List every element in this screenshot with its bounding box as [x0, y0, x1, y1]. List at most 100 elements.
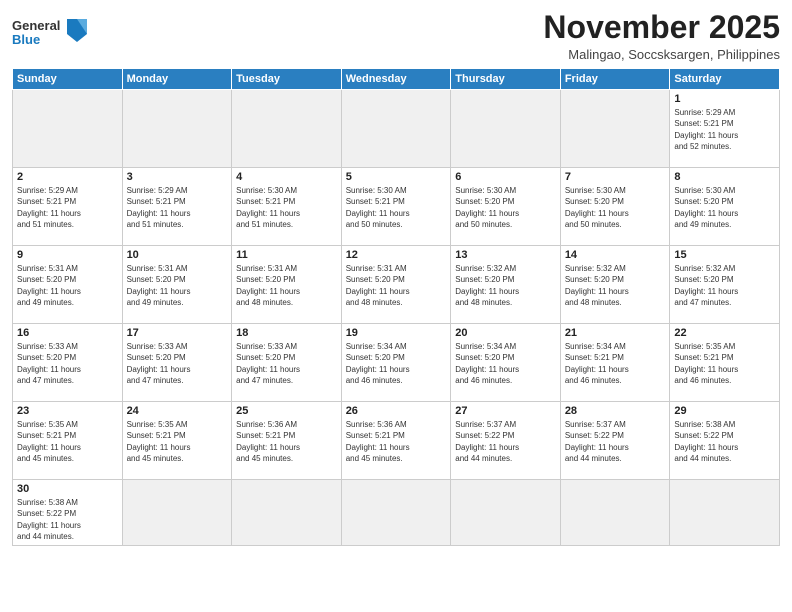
day-number: 4	[236, 171, 337, 183]
calendar-cell: 23 Sunrise: 5:35 AM Sunset: 5:21 PM Dayli…	[13, 402, 123, 480]
day-info: Sunrise: 5:34 AM Sunset: 5:20 PM Dayligh…	[346, 341, 447, 386]
calendar-cell: 12 Sunrise: 5:31 AM Sunset: 5:20 PM Dayli…	[341, 246, 451, 324]
calendar-table: SundayMondayTuesdayWednesdayThursdayFrid…	[12, 68, 780, 546]
day-number: 30	[17, 483, 118, 495]
day-number: 18	[236, 327, 337, 339]
day-info: Sunrise: 5:35 AM Sunset: 5:21 PM Dayligh…	[17, 419, 118, 464]
calendar-week-1: 2 Sunrise: 5:29 AM Sunset: 5:21 PM Daylig…	[13, 168, 780, 246]
calendar-header-friday: Friday	[560, 69, 670, 90]
day-info: Sunrise: 5:31 AM Sunset: 5:20 PM Dayligh…	[236, 263, 337, 308]
day-info: Sunrise: 5:37 AM Sunset: 5:22 PM Dayligh…	[455, 419, 556, 464]
calendar-cell: 2 Sunrise: 5:29 AM Sunset: 5:21 PM Daylig…	[13, 168, 123, 246]
day-info: Sunrise: 5:35 AM Sunset: 5:21 PM Dayligh…	[674, 341, 775, 386]
day-number: 2	[17, 171, 118, 183]
calendar-cell: 5Sunrise: 5:30 AM Sunset: 5:21 PM Daylig…	[341, 168, 451, 246]
day-number: 7	[565, 171, 666, 183]
calendar-cell	[341, 90, 451, 168]
calendar-week-2: 9Sunrise: 5:31 AM Sunset: 5:20 PM Daylig…	[13, 246, 780, 324]
day-info: Sunrise: 5:31 AM Sunset: 5:20 PM Dayligh…	[17, 263, 118, 308]
calendar-cell: 9Sunrise: 5:31 AM Sunset: 5:20 PM Daylig…	[13, 246, 123, 324]
day-number: 11	[236, 249, 337, 261]
calendar-header-thursday: Thursday	[451, 69, 561, 90]
day-info: Sunrise: 5:31 AM Sunset: 5:20 PM Dayligh…	[346, 263, 447, 308]
day-number: 21	[565, 327, 666, 339]
day-number: 26	[346, 405, 447, 417]
calendar-header-sunday: Sunday	[13, 69, 123, 90]
calendar-cell: 13 Sunrise: 5:32 AM Sunset: 5:20 PM Dayli…	[451, 246, 561, 324]
day-info: Sunrise: 5:33 AM Sunset: 5:20 PM Dayligh…	[17, 341, 118, 386]
calendar-cell: 28 Sunrise: 5:37 AM Sunset: 5:22 PM Dayli…	[560, 402, 670, 480]
calendar-cell	[232, 480, 342, 546]
day-number: 22	[674, 327, 775, 339]
day-number: 10	[127, 249, 228, 261]
day-number: 16	[17, 327, 118, 339]
day-number: 12	[346, 249, 447, 261]
day-info: Sunrise: 5:29 AM Sunset: 5:21 PM Dayligh…	[674, 107, 775, 152]
day-number: 3	[127, 171, 228, 183]
calendar-cell: 15Sunrise: 5:32 AM Sunset: 5:20 PM Dayli…	[670, 246, 780, 324]
calendar-cell: 10 Sunrise: 5:31 AM Sunset: 5:20 PM Dayli…	[122, 246, 232, 324]
day-info: Sunrise: 5:29 AM Sunset: 5:21 PM Dayligh…	[17, 185, 118, 230]
calendar-cell: 20Sunrise: 5:34 AM Sunset: 5:20 PM Dayli…	[451, 324, 561, 402]
day-number: 28	[565, 405, 666, 417]
calendar-cell: 18 Sunrise: 5:33 AM Sunset: 5:20 PM Dayli…	[232, 324, 342, 402]
calendar-cell: 1 Sunrise: 5:29 AM Sunset: 5:21 PM Daylig…	[670, 90, 780, 168]
calendar-cell	[451, 90, 561, 168]
calendar-cell: 29Sunrise: 5:38 AM Sunset: 5:22 PM Dayli…	[670, 402, 780, 480]
day-info: Sunrise: 5:31 AM Sunset: 5:20 PM Dayligh…	[127, 263, 228, 308]
day-info: Sunrise: 5:37 AM Sunset: 5:22 PM Dayligh…	[565, 419, 666, 464]
calendar-cell	[670, 480, 780, 546]
day-info: Sunrise: 5:32 AM Sunset: 5:20 PM Dayligh…	[455, 263, 556, 308]
day-info: Sunrise: 5:34 AM Sunset: 5:21 PM Dayligh…	[565, 341, 666, 386]
day-number: 20	[455, 327, 556, 339]
calendar-cell	[122, 480, 232, 546]
calendar-cell: 27Sunrise: 5:37 AM Sunset: 5:22 PM Dayli…	[451, 402, 561, 480]
calendar-cell	[13, 90, 123, 168]
day-number: 29	[674, 405, 775, 417]
day-info: Sunrise: 5:32 AM Sunset: 5:20 PM Dayligh…	[565, 263, 666, 308]
svg-text:General: General	[12, 18, 60, 33]
calendar-cell: 22 Sunrise: 5:35 AM Sunset: 5:21 PM Dayli…	[670, 324, 780, 402]
day-info: Sunrise: 5:33 AM Sunset: 5:20 PM Dayligh…	[127, 341, 228, 386]
day-number: 23	[17, 405, 118, 417]
calendar-cell: 6Sunrise: 5:30 AM Sunset: 5:20 PM Daylig…	[451, 168, 561, 246]
calendar-cell	[341, 480, 451, 546]
calendar-cell	[451, 480, 561, 546]
logo-icon: General Blue	[12, 14, 92, 52]
svg-text:Blue: Blue	[12, 32, 40, 47]
day-info: Sunrise: 5:30 AM Sunset: 5:20 PM Dayligh…	[674, 185, 775, 230]
calendar-cell: 25Sunrise: 5:36 AM Sunset: 5:21 PM Dayli…	[232, 402, 342, 480]
calendar-week-4: 23 Sunrise: 5:35 AM Sunset: 5:21 PM Dayli…	[13, 402, 780, 480]
calendar-week-0: 1 Sunrise: 5:29 AM Sunset: 5:21 PM Daylig…	[13, 90, 780, 168]
day-number: 19	[346, 327, 447, 339]
calendar-cell	[232, 90, 342, 168]
day-info: Sunrise: 5:33 AM Sunset: 5:20 PM Dayligh…	[236, 341, 337, 386]
calendar-week-3: 16 Sunrise: 5:33 AM Sunset: 5:20 PM Dayli…	[13, 324, 780, 402]
day-number: 13	[455, 249, 556, 261]
day-number: 17	[127, 327, 228, 339]
day-number: 25	[236, 405, 337, 417]
calendar-cell: 19 Sunrise: 5:34 AM Sunset: 5:20 PM Dayli…	[341, 324, 451, 402]
calendar-cell: 30Sunrise: 5:38 AM Sunset: 5:22 PM Dayli…	[13, 480, 123, 546]
day-info: Sunrise: 5:30 AM Sunset: 5:20 PM Dayligh…	[455, 185, 556, 230]
day-number: 1	[674, 93, 775, 105]
calendar-header-saturday: Saturday	[670, 69, 780, 90]
location: Malingao, Soccsksargen, Philippines	[543, 47, 780, 62]
day-number: 14	[565, 249, 666, 261]
day-info: Sunrise: 5:29 AM Sunset: 5:21 PM Dayligh…	[127, 185, 228, 230]
calendar-cell: 4Sunrise: 5:30 AM Sunset: 5:21 PM Daylig…	[232, 168, 342, 246]
calendar-cell: 17 Sunrise: 5:33 AM Sunset: 5:20 PM Dayli…	[122, 324, 232, 402]
day-info: Sunrise: 5:35 AM Sunset: 5:21 PM Dayligh…	[127, 419, 228, 464]
calendar-cell: 3 Sunrise: 5:29 AM Sunset: 5:21 PM Daylig…	[122, 168, 232, 246]
calendar-header-wednesday: Wednesday	[341, 69, 451, 90]
day-number: 15	[674, 249, 775, 261]
header: General Blue November 2025 Malingao, Soc…	[12, 10, 780, 62]
calendar-cell: 14 Sunrise: 5:32 AM Sunset: 5:20 PM Dayli…	[560, 246, 670, 324]
calendar-page: General Blue November 2025 Malingao, Soc…	[0, 0, 792, 612]
calendar-cell: 7Sunrise: 5:30 AM Sunset: 5:20 PM Daylig…	[560, 168, 670, 246]
calendar-cell	[122, 90, 232, 168]
month-title: November 2025	[543, 10, 780, 45]
calendar-header-monday: Monday	[122, 69, 232, 90]
logo: General Blue	[12, 10, 92, 52]
calendar-cell: 11 Sunrise: 5:31 AM Sunset: 5:20 PM Dayli…	[232, 246, 342, 324]
